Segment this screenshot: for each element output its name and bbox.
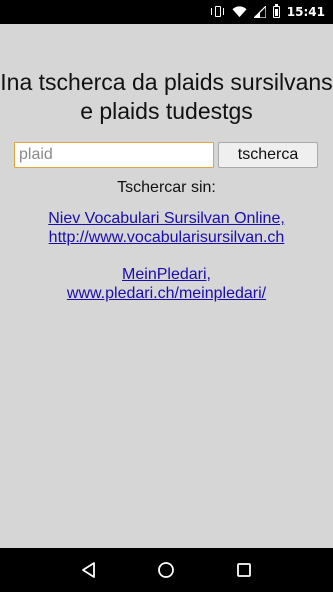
link-vocabulari-url[interactable]: http://www.vocabularisursilvan.ch <box>0 228 333 247</box>
search-button[interactable]: tscherca <box>218 142 318 168</box>
wifi-icon <box>232 6 247 18</box>
home-button[interactable] <box>151 555 181 585</box>
signal-icon <box>253 6 266 18</box>
link-meinpledari-url[interactable]: www.pledari.ch/meinpledari/ <box>0 284 333 303</box>
recents-icon <box>237 563 252 577</box>
back-icon <box>81 562 95 578</box>
status-time: 15:41 <box>286 5 325 19</box>
link-meinpledari[interactable]: MeinPledari, www.pledari.ch/meinpledari/ <box>0 265 333 303</box>
navigation-bar <box>0 548 333 592</box>
back-button[interactable] <box>74 555 104 585</box>
search-in-label: Tschercar sin: <box>117 179 216 196</box>
main-content: Ina tscherca da plaids sursilvans e plai… <box>0 24 333 548</box>
link-vocabulari-sursilvan[interactable]: Niev Vocabulari Sursilvan Online, http:/… <box>0 209 333 247</box>
link-vocabulari-name[interactable]: Niev Vocabulari Sursilvan Online, <box>0 209 333 228</box>
page-title: Ina tscherca da plaids sursilvans e plai… <box>0 69 333 124</box>
link-meinpledari-name[interactable]: MeinPledari, <box>0 265 333 284</box>
status-bar: 15:41 <box>0 0 333 24</box>
battery-icon <box>272 4 280 18</box>
recents-button[interactable] <box>229 555 259 585</box>
search-input[interactable] <box>14 142 214 168</box>
vibrate-icon <box>210 5 225 19</box>
home-icon <box>158 562 175 578</box>
